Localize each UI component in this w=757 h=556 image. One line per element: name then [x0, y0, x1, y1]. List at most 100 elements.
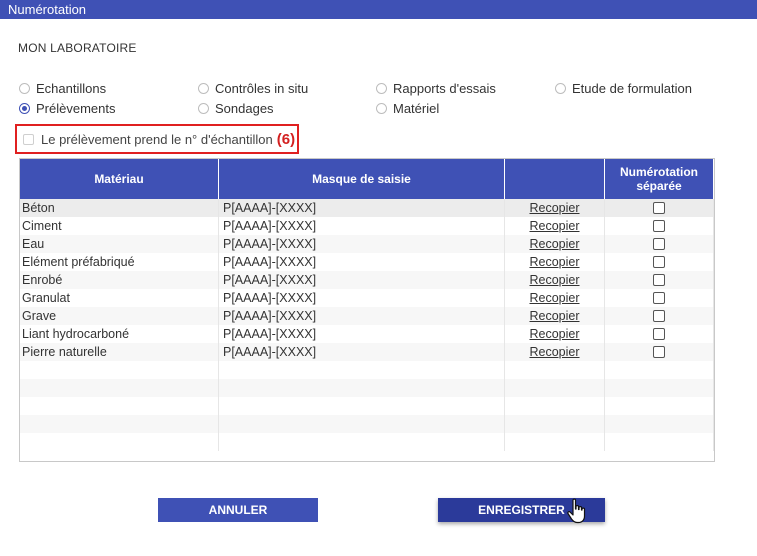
separate-cell	[605, 271, 714, 289]
material-cell: Grave	[20, 307, 219, 325]
action-cell	[505, 397, 605, 415]
material-cell: Granulat	[20, 289, 219, 307]
mask-cell[interactable]: P[AAAA]-[XXXX]	[219, 343, 505, 361]
table-header: Matériau Masque de saisie Numérotation s…	[20, 159, 714, 199]
separate-cell	[605, 199, 714, 217]
mask-cell[interactable]: P[AAAA]-[XXXX]	[219, 235, 505, 253]
separate-numbering-checkbox[interactable]	[653, 202, 665, 214]
action-cell	[505, 415, 605, 433]
mask-cell	[219, 397, 505, 415]
copy-link[interactable]: Recopier	[505, 343, 605, 361]
separate-numbering-checkbox[interactable]	[653, 256, 665, 268]
copy-link[interactable]: Recopier	[505, 253, 605, 271]
mask-cell	[219, 415, 505, 433]
material-cell: Eau	[20, 235, 219, 253]
material-cell	[20, 379, 219, 397]
radio-prelevements[interactable]: Prélèvements	[19, 101, 115, 116]
copy-link[interactable]: Recopier	[505, 199, 605, 217]
table-row: Liant hydrocarboné P[AAAA]-[XXXX] Recopier	[20, 325, 714, 343]
table-row: Granulat P[AAAA]-[XXXX] Recopier	[20, 289, 714, 307]
header-separate[interactable]: Numérotation séparée	[605, 159, 714, 199]
separate-cell	[605, 253, 714, 271]
radio-echantillons[interactable]: Echantillons	[19, 81, 106, 96]
mask-cell[interactable]: P[AAAA]-[XXXX]	[219, 199, 505, 217]
mask-cell[interactable]: P[AAAA]-[XXXX]	[219, 253, 505, 271]
separate-cell	[605, 379, 714, 397]
radio-etude-formulation[interactable]: Etude de formulation	[555, 81, 692, 96]
separate-numbering-checkbox[interactable]	[653, 220, 665, 232]
table-row: Béton P[AAAA]-[XXXX] Recopier	[20, 199, 714, 217]
mask-cell[interactable]: P[AAAA]-[XXXX]	[219, 271, 505, 289]
separate-numbering-checkbox[interactable]	[653, 238, 665, 250]
mask-cell[interactable]: P[AAAA]-[XXXX]	[219, 325, 505, 343]
table-row-empty	[20, 433, 714, 451]
table-row-empty	[20, 379, 714, 397]
window-title: Numérotation	[0, 0, 757, 19]
separate-numbering-checkbox[interactable]	[653, 310, 665, 322]
header-material[interactable]: Matériau	[20, 159, 219, 199]
table-row: Grave P[AAAA]-[XXXX] Recopier	[20, 307, 714, 325]
mask-cell[interactable]: P[AAAA]-[XXXX]	[219, 289, 505, 307]
table-row-empty	[20, 415, 714, 433]
radio-sondages[interactable]: Sondages	[198, 101, 274, 116]
separate-numbering-checkbox[interactable]	[653, 346, 665, 358]
material-cell: Liant hydrocarboné	[20, 325, 219, 343]
table-body: Béton P[AAAA]-[XXXX] Recopier Ciment P[AAAA]…	[20, 199, 714, 451]
radio-button-icon	[198, 83, 209, 94]
sample-number-checkbox[interactable]	[23, 133, 34, 145]
section-title: MON LABORATOIRE	[18, 41, 137, 55]
copy-link[interactable]: Recopier	[505, 235, 605, 253]
separate-numbering-checkbox[interactable]	[653, 274, 665, 286]
separate-cell	[605, 217, 714, 235]
radio-button-icon	[376, 83, 387, 94]
copy-link[interactable]: Recopier	[505, 289, 605, 307]
header-mask[interactable]: Masque de saisie	[219, 159, 505, 199]
radio-label: Rapports d'essais	[393, 81, 496, 96]
table-row: Pierre naturelle P[AAAA]-[XXXX] Recopier	[20, 343, 714, 361]
material-cell	[20, 361, 219, 379]
sample-number-label: Le prélèvement prend le n° d'échantillon	[41, 131, 273, 147]
material-cell: Pierre naturelle	[20, 343, 219, 361]
radio-materiel[interactable]: Matériel	[376, 101, 439, 116]
material-cell: Ciment	[20, 217, 219, 235]
separate-cell	[605, 343, 714, 361]
mask-cell	[219, 379, 505, 397]
radio-button-icon	[19, 83, 30, 94]
material-cell	[20, 415, 219, 433]
table-row: Elément préfabriqué P[AAAA]-[XXXX] Recopie…	[20, 253, 714, 271]
header-action	[505, 159, 605, 199]
copy-link[interactable]: Recopier	[505, 325, 605, 343]
separate-numbering-checkbox[interactable]	[653, 328, 665, 340]
radio-label: Contrôles in situ	[215, 81, 309, 96]
radio-label: Prélèvements	[36, 101, 116, 116]
copy-link[interactable]: Recopier	[505, 307, 605, 325]
separate-numbering-checkbox[interactable]	[653, 292, 665, 304]
radio-button-icon	[555, 83, 566, 94]
action-cell	[505, 433, 605, 451]
mask-cell[interactable]: P[AAAA]-[XXXX]	[219, 307, 505, 325]
radio-button-icon	[376, 103, 387, 114]
table-row-empty	[20, 397, 714, 415]
cancel-button[interactable]: ANNULER	[158, 498, 318, 522]
material-cell: Enrobé	[20, 271, 219, 289]
table-row-empty	[20, 361, 714, 379]
separate-cell	[605, 415, 714, 433]
material-cell: Elément préfabriqué	[20, 253, 219, 271]
radio-controles-in-situ[interactable]: Contrôles in situ	[198, 81, 308, 96]
radio-label: Sondages	[215, 101, 274, 116]
radio-label: Echantillons	[36, 81, 107, 96]
mask-cell[interactable]: P[AAAA]-[XXXX]	[219, 217, 505, 235]
radio-button-icon	[198, 103, 209, 114]
table-row: Enrobé P[AAAA]-[XXXX] Recopier	[20, 271, 714, 289]
annotation-number: (6)	[276, 130, 296, 148]
hand-pointer-icon	[567, 498, 586, 524]
separate-cell	[605, 307, 714, 325]
copy-link[interactable]: Recopier	[505, 217, 605, 235]
separate-cell	[605, 325, 714, 343]
copy-link[interactable]: Recopier	[505, 271, 605, 289]
sample-number-option: Le prélèvement prend le n° d'échantillon…	[15, 124, 299, 154]
radio-rapports-essais[interactable]: Rapports d'essais	[376, 81, 496, 96]
material-cell: Béton	[20, 199, 219, 217]
mask-cell	[219, 433, 505, 451]
table-row: Ciment P[AAAA]-[XXXX] Recopier	[20, 217, 714, 235]
